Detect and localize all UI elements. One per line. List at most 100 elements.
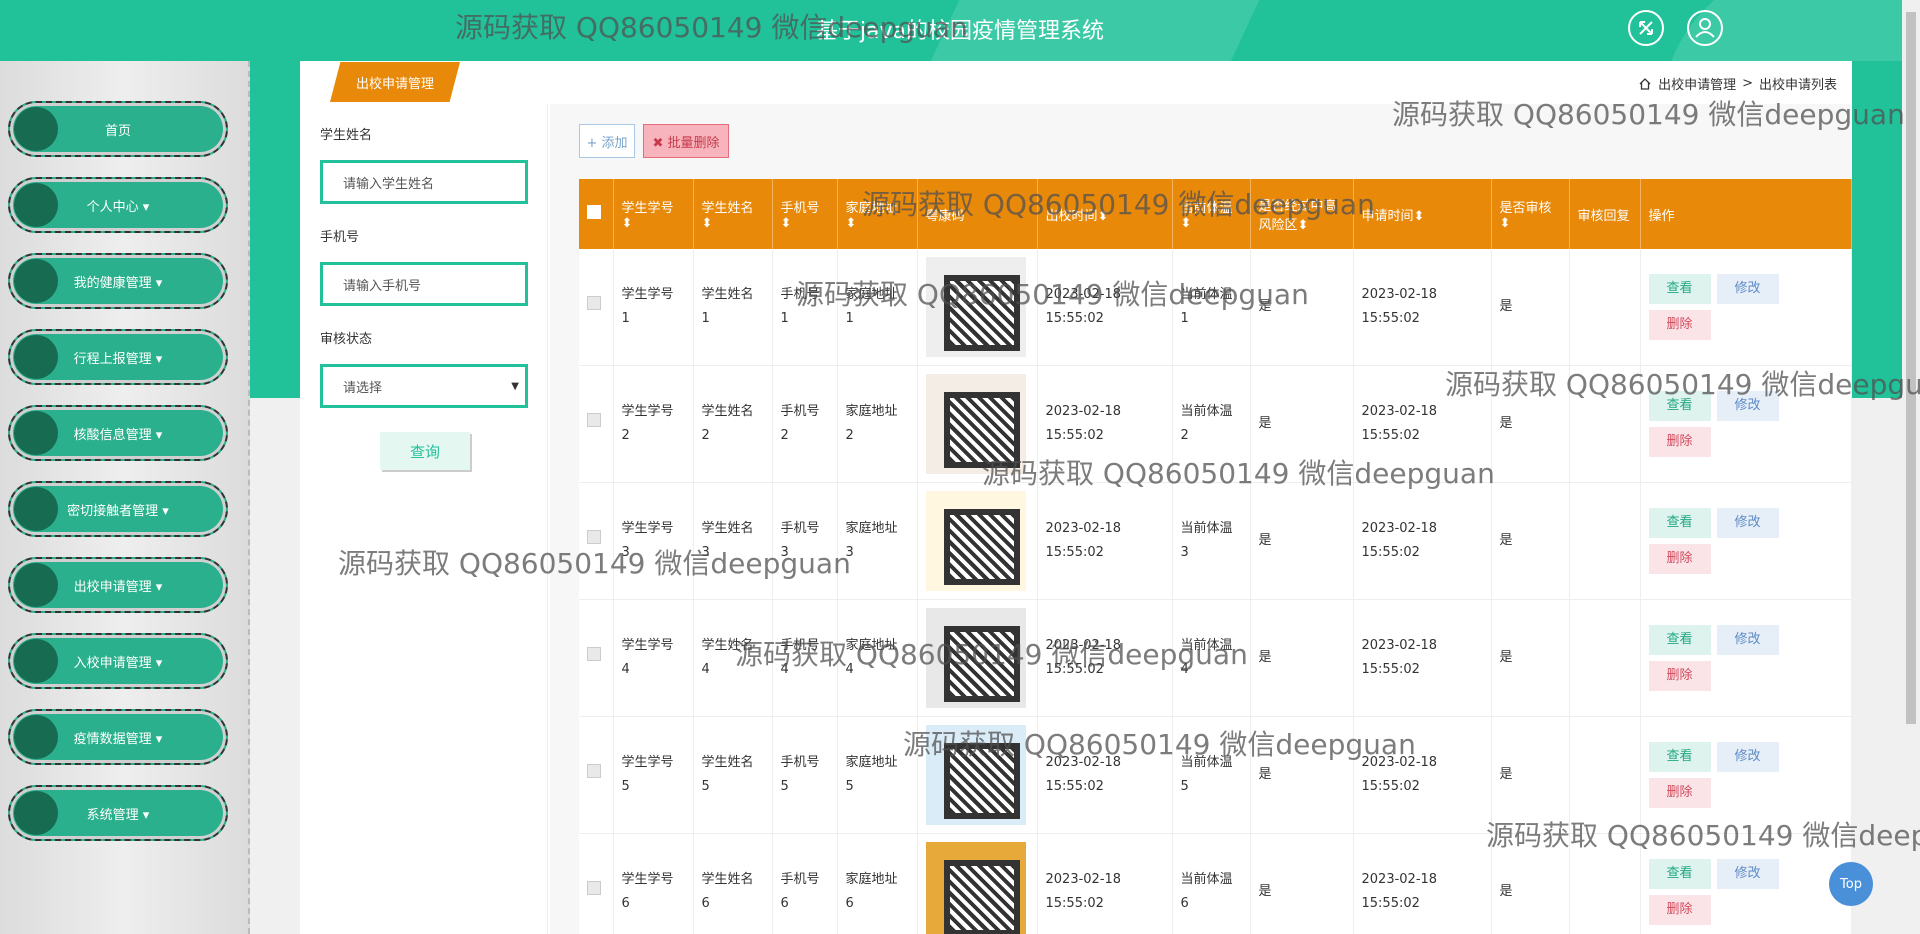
table-row: 学生学号 3 学生姓名 3 手机号 3 家庭地址 3 2023-02-18 15:55:… [579, 482, 1852, 600]
view-button[interactable]: 查看 [1648, 742, 1711, 772]
delete-button[interactable]: 删除 [1648, 310, 1711, 340]
delete-button[interactable]: 删除 [1648, 427, 1711, 457]
cell-audited: 是 [1491, 482, 1570, 600]
edit-button[interactable]: 修改 [1716, 625, 1779, 655]
data-table: 学生学号 ⬍ 学生姓名 ⬍ 手机号 ⬍ 家庭地址 ⬍ 粤康码 出校时间⬍ 当前体… [579, 179, 1852, 934]
edit-button[interactable]: 修改 [1716, 859, 1779, 889]
bullet-icon [14, 487, 58, 531]
delete-button[interactable]: 删除 [1648, 544, 1711, 574]
phone-input[interactable]: 请输入手机号 [320, 262, 528, 306]
cell-phone: 手机号 1 [772, 249, 838, 366]
health-code-image[interactable] [925, 725, 1026, 825]
cell-actions: 查看 修改 删除 [1640, 249, 1852, 366]
cell-audited: 是 [1491, 599, 1570, 717]
cell-health-code [917, 716, 1038, 834]
fullscreen-icon[interactable] [1628, 10, 1664, 46]
row-checkbox[interactable] [587, 647, 601, 661]
select-all-cell[interactable] [579, 179, 614, 249]
th-out-time[interactable]: 出校时间⬍ [1037, 179, 1173, 249]
sidebar-item-label: 出校申请管理 ▾ [73, 579, 163, 595]
cell-health-code [917, 482, 1038, 600]
sidebar-item-contacts[interactable]: 密切接触者管理 ▾ [8, 481, 228, 537]
th-temperature[interactable]: 当前体温 ⬍ [1172, 179, 1251, 249]
delete-button[interactable]: 删除 [1648, 778, 1711, 808]
table-row: 学生学号 4 学生姓名 4 手机号 4 家庭地址 4 2023-02-18 15:55:… [579, 599, 1852, 717]
add-button[interactable]: + 添加 [579, 124, 635, 158]
sidebar-item-epidemic[interactable]: 疫情数据管理 ▾ [8, 709, 228, 765]
sidebar-item-enter[interactable]: 入校申请管理 ▾ [8, 633, 228, 689]
delete-button[interactable]: 删除 [1648, 661, 1711, 691]
status-label: 审核状态 [320, 332, 373, 347]
chevron-down-icon: ▼ [511, 380, 519, 392]
sidebar-item-trip[interactable]: 行程上报管理 ▾ [8, 329, 228, 385]
cell-risk-area: 是 [1250, 833, 1354, 934]
sidebar-item-system[interactable]: 系统管理 ▾ [8, 785, 228, 841]
scrollbar[interactable] [1902, 0, 1920, 934]
view-button[interactable]: 查看 [1648, 625, 1711, 655]
cell-student-name: 学生姓名 1 [693, 249, 773, 366]
breadcrumb-home[interactable]: 出校申请管理 [1658, 74, 1736, 93]
th-student-name[interactable]: 学生姓名 ⬍ [693, 179, 773, 249]
phone-label: 手机号 [320, 230, 360, 245]
th-student-id[interactable]: 学生学号 ⬍ [613, 179, 694, 249]
bullet-icon [14, 639, 58, 683]
th-apply-time[interactable]: 申请时间⬍ [1353, 179, 1492, 249]
cell-temperature: 当前体温 2 [1172, 365, 1251, 483]
back-to-top-button[interactable]: Top [1829, 862, 1873, 906]
view-button[interactable]: 查看 [1648, 274, 1711, 304]
edit-button[interactable]: 修改 [1716, 508, 1779, 538]
select-all-checkbox[interactable] [587, 205, 601, 219]
name-input[interactable]: 请输入学生姓名 [320, 160, 528, 204]
checkbox [579, 833, 614, 934]
row-checkbox[interactable] [587, 296, 601, 310]
cell-temperature: 当前体温 1 [1172, 249, 1251, 366]
health-code-image[interactable] [925, 374, 1026, 474]
table-row: 学生学号 1 学生姓名 1 手机号 1 家庭地址 1 2023-02-18 15:55:… [579, 249, 1852, 366]
cell-risk-area: 是 [1250, 716, 1354, 834]
sidebar-item-personal[interactable]: 个人中心 ▾ [8, 177, 228, 233]
sidebar-item-nucleic[interactable]: 核酸信息管理 ▾ [8, 405, 228, 461]
cell-health-code [917, 833, 1038, 934]
query-button[interactable]: 查询 [380, 432, 470, 470]
cell-actions: 查看 修改 删除 [1640, 365, 1852, 483]
sidebar-item-home[interactable]: 首页 [8, 101, 228, 157]
row-checkbox[interactable] [587, 413, 601, 427]
cell-audited: 是 [1491, 716, 1570, 834]
cell-reply [1569, 249, 1641, 366]
row-checkbox[interactable] [587, 881, 601, 895]
health-code-image[interactable] [925, 608, 1026, 708]
delete-button[interactable]: 删除 [1648, 895, 1711, 925]
health-code-image[interactable] [925, 842, 1026, 934]
row-checkbox[interactable] [587, 764, 601, 778]
th-health-code: 粤康码 [917, 179, 1038, 249]
bullet-icon [14, 259, 58, 303]
table-header-row: 学生学号 ⬍ 学生姓名 ⬍ 手机号 ⬍ 家庭地址 ⬍ 粤康码 出校时间⬍ 当前体… [579, 179, 1852, 249]
th-audited[interactable]: 是否审核 ⬍ [1491, 179, 1570, 249]
cell-phone: 手机号 6 [772, 833, 838, 934]
cell-apply-time: 2023-02-18 15:55:02 [1353, 833, 1492, 934]
edit-button[interactable]: 修改 [1716, 274, 1779, 304]
user-icon[interactable] [1687, 10, 1723, 46]
cell-actions: 查看 修改 删除 [1640, 833, 1852, 934]
th-address[interactable]: 家庭地址 ⬍ [837, 179, 918, 249]
view-button[interactable]: 查看 [1648, 859, 1711, 889]
status-select-value: 请选择 [343, 380, 383, 396]
health-code-image[interactable] [925, 491, 1026, 591]
cell-address: 家庭地址 5 [837, 716, 918, 834]
sidebar-item-health[interactable]: 我的健康管理 ▾ [8, 253, 228, 309]
view-button[interactable]: 查看 [1648, 508, 1711, 538]
bulk-delete-button[interactable]: ✖ 批量删除 [643, 124, 729, 158]
health-code-image[interactable] [925, 257, 1026, 357]
cell-health-code [917, 599, 1038, 717]
scrollbar-thumb[interactable] [1906, 12, 1916, 724]
cell-apply-time: 2023-02-18 15:55:02 [1353, 365, 1492, 483]
edit-button[interactable]: 修改 [1716, 742, 1779, 772]
th-risk-area[interactable]: 是否经过中高风险区⬍ [1250, 179, 1354, 249]
th-phone[interactable]: 手机号 ⬍ [772, 179, 838, 249]
sidebar-item-label: 我的健康管理 ▾ [73, 275, 163, 291]
sidebar-item-leave[interactable]: 出校申请管理 ▾ [8, 557, 228, 613]
edit-button[interactable]: 修改 [1716, 391, 1779, 421]
status-select[interactable]: 请选择 ▼ [320, 364, 528, 408]
row-checkbox[interactable] [587, 530, 601, 544]
view-button[interactable]: 查看 [1648, 391, 1711, 421]
